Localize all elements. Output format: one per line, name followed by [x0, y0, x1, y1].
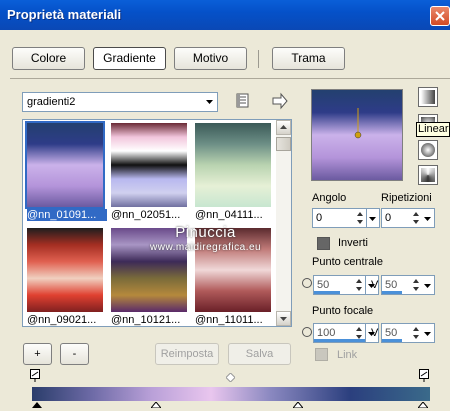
- tab-separator: [258, 50, 259, 68]
- stop-arrow-mid[interactable]: [149, 399, 163, 409]
- spinner-arrows-icon[interactable]: [411, 325, 421, 341]
- gradient-library-value: gradienti2: [27, 96, 76, 108]
- gradient-name: @nn_04111...: [195, 209, 263, 221]
- chevron-down-icon: [424, 332, 431, 336]
- remove-button[interactable]: -: [60, 343, 89, 365]
- gradient-swatch: [111, 123, 187, 207]
- gradient-swatch: [25, 121, 105, 209]
- watermark-url: www.maidiregrafica.eu: [150, 242, 262, 253]
- save-button[interactable]: Salva: [228, 343, 291, 365]
- linear-gradient-button[interactable]: [418, 87, 438, 107]
- center-v-bar: [382, 291, 402, 294]
- tab-trama[interactable]: Trama: [272, 47, 345, 70]
- angle-spinner[interactable]: 0: [312, 208, 367, 228]
- chevron-down-icon: [206, 100, 213, 104]
- radial-gradient-button[interactable]: [418, 140, 438, 160]
- repeats-spinner[interactable]: 0: [381, 208, 423, 228]
- gradient-swatch: [195, 123, 271, 207]
- link-checkbox[interactable]: [315, 348, 328, 361]
- gradient-thumbnail[interactable]: @nn_01091...: [25, 121, 107, 221]
- sunburst-icon: [421, 168, 435, 182]
- focal-v-label: V: [371, 327, 379, 339]
- spinner-arrows-icon[interactable]: [355, 210, 365, 226]
- angle-value: 0: [316, 212, 323, 224]
- focal-h-bar: [314, 339, 365, 342]
- chevron-down-icon: [280, 317, 287, 321]
- gradient-name: @nn_09021...: [27, 314, 97, 326]
- invert-checkbox[interactable]: [317, 237, 330, 250]
- center-point-radio[interactable]: [302, 278, 312, 288]
- tooltip: Lineare: [416, 122, 450, 137]
- tab-colore[interactable]: Colore: [12, 47, 85, 70]
- scroll-thumb[interactable]: [276, 137, 291, 151]
- title-bar: Proprietà materiali: [0, 0, 450, 30]
- arrow-right-icon[interactable]: [271, 92, 289, 110]
- focal-v-dropdown[interactable]: [422, 323, 435, 343]
- gradient-grid: @nn_01091... @nn_02051... @nn_04111... @nn_…: [22, 119, 292, 327]
- gradient-name: @nn_01091...: [27, 209, 107, 221]
- repeats-label: Ripetizioni: [381, 192, 432, 204]
- tab-divider: [10, 78, 450, 79]
- focal-v-value: 50: [385, 327, 398, 339]
- midpoint-diamond[interactable]: [225, 372, 236, 383]
- chevron-up-icon: [280, 125, 287, 129]
- watermark-name: Pinuccia: [175, 224, 236, 241]
- tab-gradiente[interactable]: Gradiente: [93, 47, 166, 70]
- link-label: Link: [337, 349, 358, 361]
- angle-label: Angolo: [312, 192, 347, 204]
- watermark: Pinuccia www.maidiregrafica.eu: [150, 224, 261, 253]
- repeats-dropdown[interactable]: [422, 208, 435, 228]
- gradient-thumbnail[interactable]: @nn_04111...: [193, 121, 273, 221]
- gradient-swatch: [27, 228, 103, 312]
- tab-row: Colore Gradiente Motivo Trama: [0, 30, 450, 85]
- radial-icon: [421, 143, 435, 157]
- center-v-label: V: [371, 279, 379, 291]
- center-point-label: Punto centrale: [312, 256, 383, 268]
- gradient-editor-bar[interactable]: [32, 387, 430, 401]
- window-title: Proprietà materiali: [7, 7, 122, 22]
- linear-icon: [421, 90, 435, 104]
- center-v-dropdown[interactable]: [422, 275, 435, 295]
- chevron-down-icon: [424, 284, 431, 288]
- focal-h-value: 100: [317, 327, 336, 339]
- stop-arrow-mid2[interactable]: [291, 399, 305, 409]
- center-h-value: 50: [317, 279, 330, 291]
- angle-dropdown[interactable]: [367, 208, 380, 228]
- chevron-down-icon: [369, 217, 376, 221]
- gradient-thumbnail[interactable]: @nn_09021...: [25, 226, 105, 326]
- chevron-down-icon: [424, 217, 431, 221]
- add-button[interactable]: +: [23, 343, 52, 365]
- grid-scrollbar[interactable]: [276, 120, 291, 326]
- sunburst-gradient-button[interactable]: [418, 165, 438, 185]
- gradient-library-select[interactable]: gradienti2: [22, 92, 218, 112]
- scroll-down-button[interactable]: [276, 311, 291, 326]
- focal-v-bar: [382, 339, 402, 342]
- close-button[interactable]: [430, 6, 450, 26]
- stop-marker-right[interactable]: [419, 369, 429, 382]
- gradient-preview[interactable]: [311, 89, 403, 181]
- invert-label: Inverti: [338, 237, 368, 249]
- spinner-arrows-icon[interactable]: [411, 210, 421, 226]
- spinner-arrows-icon[interactable]: [411, 277, 421, 293]
- repeats-value: 0: [385, 212, 392, 224]
- spinner-arrows-icon[interactable]: [354, 277, 364, 293]
- stop-arrow-left[interactable]: [32, 399, 42, 408]
- library-icon[interactable]: [234, 92, 252, 110]
- stop-arrow-right[interactable]: [416, 399, 430, 409]
- gradient-thumbnail[interactable]: @nn_02051...: [109, 121, 189, 221]
- stop-marker-left[interactable]: [30, 369, 40, 382]
- focal-point-label: Punto focale: [312, 305, 374, 317]
- gradient-name: @nn_02051...: [111, 209, 181, 221]
- gradient-name: @nn_10121...: [111, 314, 181, 326]
- close-icon: [435, 11, 445, 21]
- focal-point-radio[interactable]: [302, 327, 312, 337]
- center-v-value: 50: [385, 279, 398, 291]
- tab-motivo[interactable]: Motivo: [174, 47, 247, 70]
- reset-button[interactable]: Reimposta: [155, 343, 219, 365]
- center-h-bar: [314, 291, 340, 294]
- gradient-name: @nn_11011...: [195, 314, 263, 326]
- scroll-up-button[interactable]: [276, 120, 291, 135]
